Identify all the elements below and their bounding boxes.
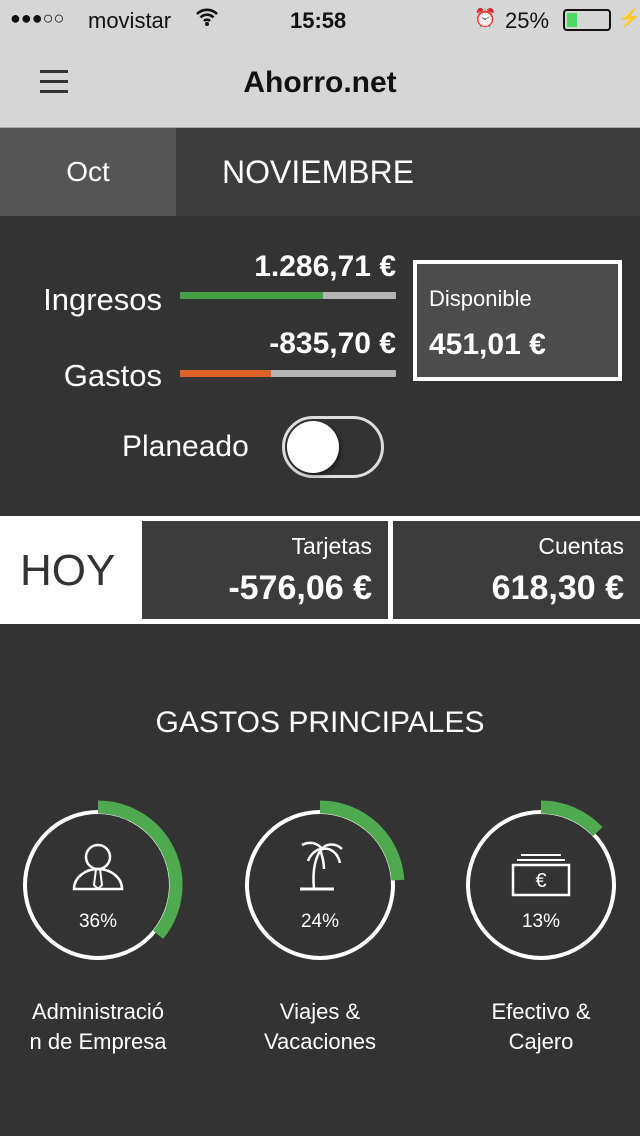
nav-bar: Ahorro.net — [0, 40, 640, 128]
category-label-line1: Viajes & — [279, 999, 361, 1024]
category-label-line2: n de Empresa — [29, 1029, 167, 1054]
hoy-label: HOY — [20, 546, 116, 595]
category-label: Efectivo & Cajero — [441, 997, 640, 1057]
gastos-value: -835,70 € — [269, 327, 396, 360]
disponible-box[interactable]: Disponible 451,01 € — [413, 260, 622, 381]
current-month-tab[interactable]: NOVIEMBRE — [222, 128, 414, 216]
cuentas-label: Cuentas — [538, 533, 624, 559]
ingresos-value: 1.286,71 € — [254, 250, 396, 283]
category-percent: 24% — [300, 911, 340, 932]
gastos-bar — [180, 370, 396, 377]
disponible-value: 451,01 € — [429, 328, 546, 361]
ingresos-bar — [180, 292, 396, 299]
businessman-icon — [72, 843, 124, 891]
planeado-toggle[interactable] — [282, 416, 384, 478]
category-label-line1: Administració — [31, 999, 165, 1024]
battery-icon — [563, 9, 611, 31]
category-label-line2: Vacaciones — [263, 1029, 377, 1054]
category-label: Administració n de Empresa — [0, 997, 198, 1057]
banknote-euro-icon: € — [511, 854, 571, 897]
toggle-knob — [287, 421, 339, 473]
wifi-icon — [195, 6, 219, 34]
prev-month-tab[interactable]: Oct — [0, 128, 176, 216]
category-label: Viajes & Vacaciones — [220, 997, 420, 1057]
planeado-label: Planeado — [122, 430, 249, 463]
alarm-icon: ⏰ — [474, 8, 497, 28]
charging-icon: ⚡ — [618, 8, 640, 28]
hoy-section: HOY Tarjetas -576,06 € Cuentas 618,30 € — [0, 516, 640, 624]
palm-tree-icon — [300, 841, 343, 891]
cuentas-value: 618,30 € — [491, 569, 624, 607]
ingresos-label: Ingresos — [43, 282, 162, 317]
month-selector: Oct NOVIEMBRE — [0, 128, 640, 216]
category-item[interactable]: 36% Administració n de Empresa — [0, 785, 198, 1065]
category-item[interactable]: € 13% Efectivo & Cajero — [441, 785, 640, 1065]
gastos-principales-title: GASTOS PRINCIPALES — [155, 706, 485, 739]
disponible-label: Disponible — [429, 286, 532, 311]
ring-progress — [540, 800, 603, 837]
svg-text:€: € — [535, 870, 546, 892]
category-item[interactable]: 24% Viajes & Vacaciones — [220, 785, 420, 1065]
category-label-line2: Cajero — [508, 1029, 574, 1054]
carrier: movistar — [88, 8, 172, 33]
category-percent: 36% — [78, 911, 118, 932]
app-title: Ahorro.net — [243, 66, 397, 99]
tarjetas-card[interactable]: Tarjetas -576,06 € — [142, 521, 388, 619]
category-label-line1: Efectivo & — [491, 999, 591, 1024]
status-bar: ●●●○○ movistar 15:58 ⏰ 25% ⚡ — [0, 0, 640, 40]
tarjetas-label: Tarjetas — [291, 533, 372, 559]
cuentas-card[interactable]: Cuentas 618,30 € — [393, 521, 640, 619]
signal-icon: ●●●○○ — [10, 8, 65, 28]
clock: 15:58 — [290, 8, 347, 33]
category-percent: 13% — [521, 911, 561, 932]
gastos-label: Gastos — [63, 358, 162, 393]
tarjetas-value: -576,06 € — [228, 569, 372, 607]
battery-percent: 25% — [505, 8, 550, 33]
